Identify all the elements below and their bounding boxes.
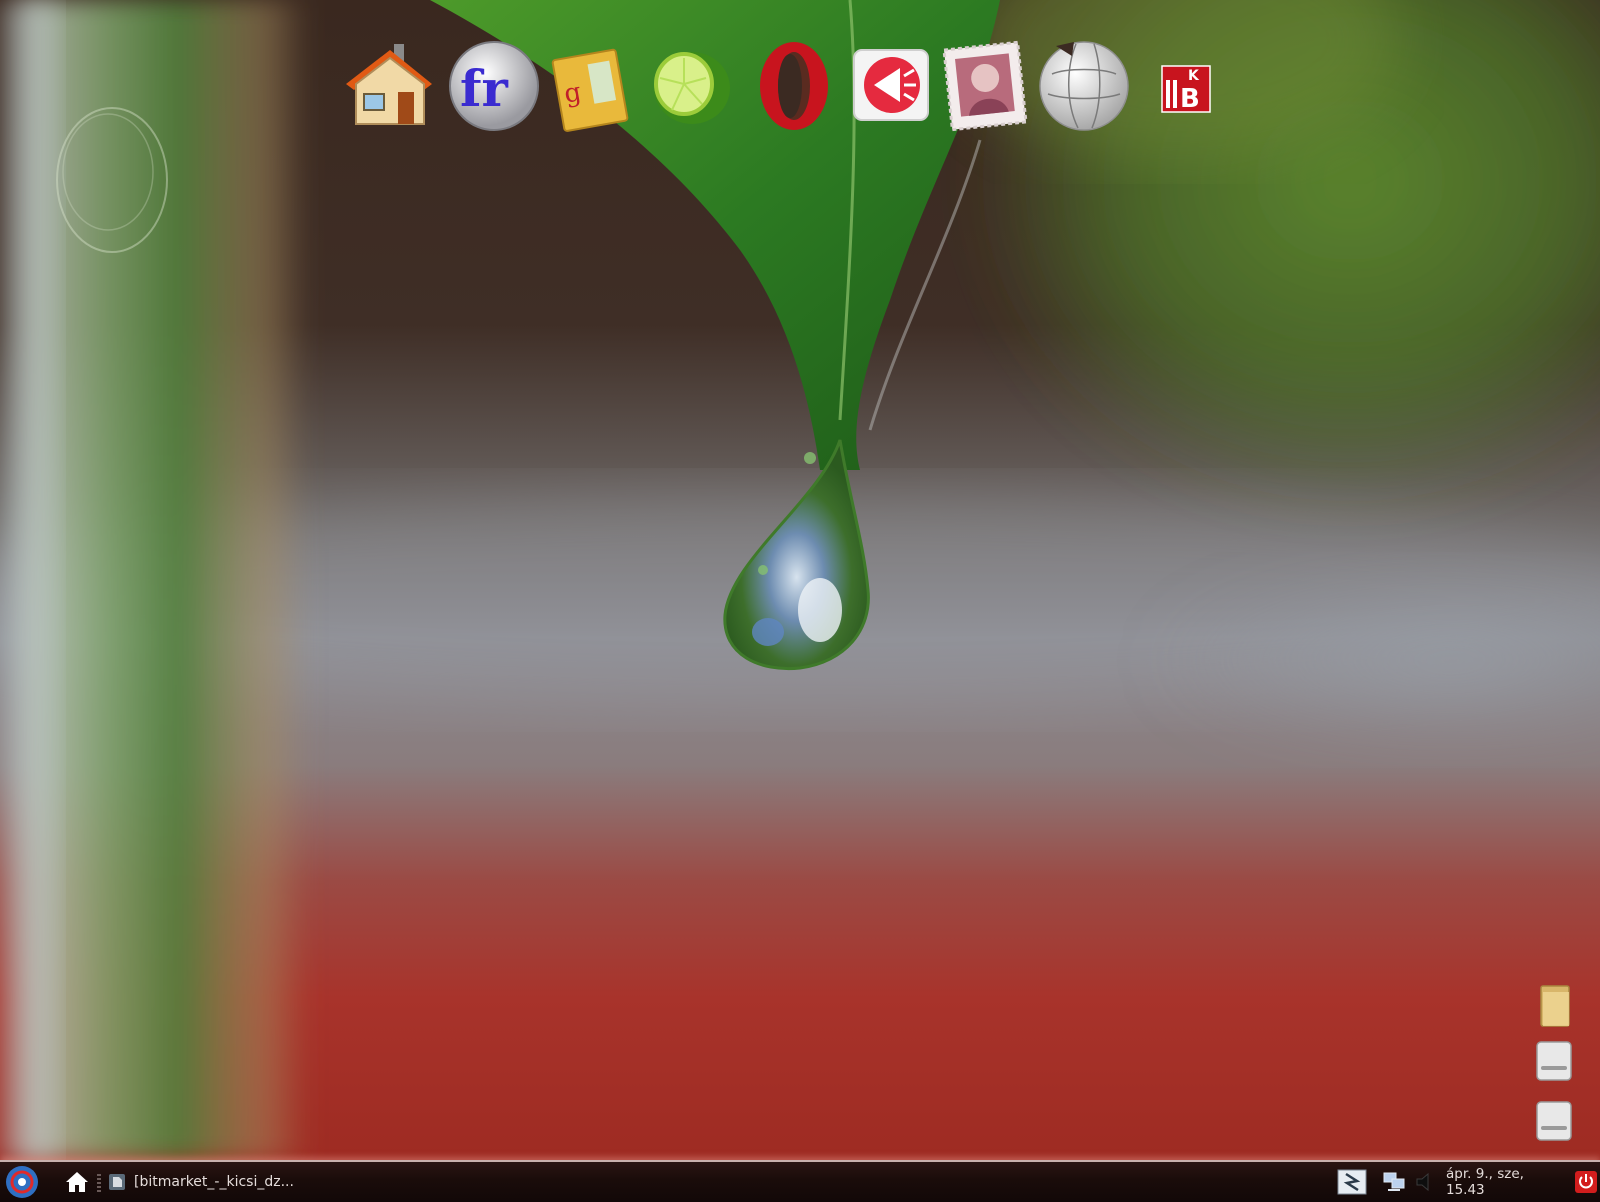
kb-logo-icon[interactable]: B K (1136, 38, 1232, 134)
envelope-g-icon[interactable]: g (544, 38, 640, 134)
taskbar-window-title: [bitmarket_-_kicsi_dz... (134, 1174, 294, 1190)
opera-browser-icon[interactable] (746, 38, 842, 134)
folder-icon[interactable] (1529, 978, 1579, 1028)
volume-icon (1416, 1172, 1429, 1192)
desktop-wallpaper (0, 0, 1600, 1160)
postage-stamp-icon[interactable] (940, 38, 1036, 134)
wikipedia-globe-icon[interactable] (1036, 38, 1132, 134)
drive-icon-2[interactable] (1529, 1096, 1579, 1146)
home-launcher-icon (66, 1172, 88, 1192)
network-icon (1383, 1172, 1405, 1191)
application-dock: fr g B K (340, 38, 1240, 138)
distro-logo-icon (6, 1166, 38, 1198)
drive-icon[interactable] (1529, 1036, 1579, 1086)
start-menu-button[interactable] (2, 1162, 42, 1202)
speaker-announce-icon[interactable] (844, 38, 940, 134)
power-button[interactable] (1572, 1162, 1600, 1202)
taskbar-grip[interactable] (97, 1174, 101, 1192)
workspace-switcher[interactable] (1336, 1162, 1368, 1202)
window-app-icon (109, 1174, 125, 1190)
taskbar: [bitmarket_-_kicsi_dz... ápr. 9., sze, 1… (0, 1160, 1600, 1202)
kb-k: K (1188, 68, 1200, 84)
clock[interactable]: ápr. 9., sze, 15.43 (1446, 1162, 1566, 1202)
home-launcher-button[interactable] (62, 1162, 92, 1202)
network-tray[interactable] (1380, 1162, 1408, 1202)
volume-tray[interactable] (1414, 1162, 1438, 1202)
font-fr-icon[interactable]: fr (446, 38, 542, 134)
fr-f: fr (460, 59, 509, 118)
lime-icon[interactable] (642, 38, 738, 134)
home-icon[interactable] (340, 38, 436, 134)
power-icon (1575, 1171, 1597, 1193)
kb-b: B (1180, 84, 1200, 114)
taskbar-window-button[interactable]: [bitmarket_-_kicsi_dz... (108, 1162, 318, 1202)
switcher-icon (1337, 1169, 1367, 1195)
